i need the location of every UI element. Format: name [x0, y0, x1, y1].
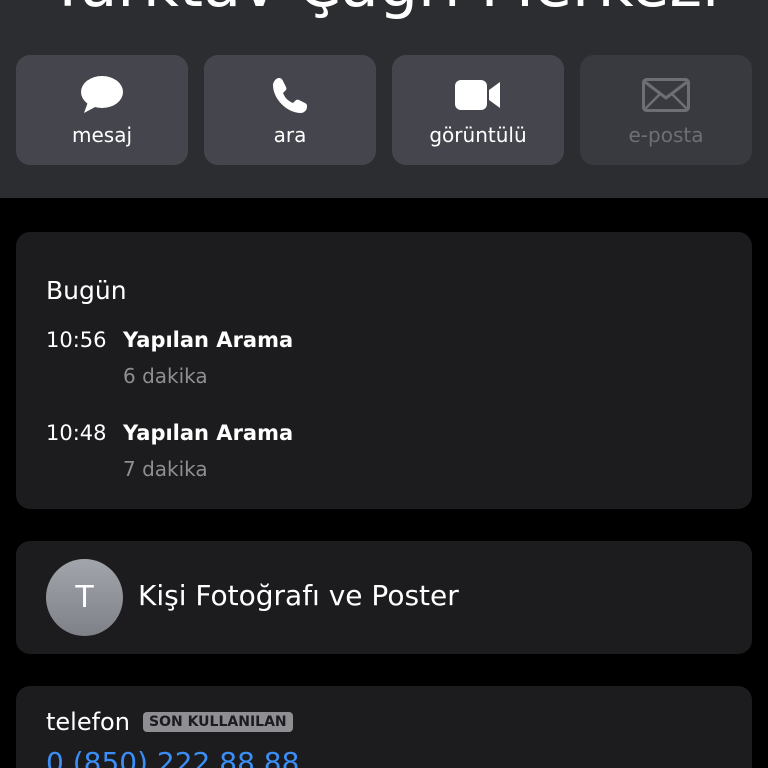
message-bubble-icon: [16, 75, 188, 115]
action-button-row: mesaj ara görüntülü e-posta: [16, 55, 752, 165]
call-type: Yapılan Arama: [123, 328, 294, 352]
video-call-button[interactable]: görüntülü: [392, 55, 564, 165]
message-label: mesaj: [71, 123, 133, 147]
phone-number-card: telefon SON KULLANILAN 0 (850) 222 88 88: [16, 686, 752, 768]
message-button[interactable]: mesaj: [16, 55, 188, 165]
contact-photo-poster-label: Kişi Fotoğrafı ve Poster: [138, 579, 459, 612]
call-history-row: 10:48 Yapılan Arama 7 dakika: [46, 419, 726, 489]
call-button[interactable]: ara: [204, 55, 376, 165]
phone-icon: [204, 75, 376, 115]
contact-name: Türktav Çağrı Merkezi: [0, 0, 768, 21]
recent-used-badge: SON KULLANILAN: [143, 712, 293, 732]
call-time: 10:56: [46, 328, 107, 352]
contact-photo-poster-row[interactable]: T Kişi Fotoğrafı ve Poster: [16, 541, 752, 654]
call-type: Yapılan Arama: [123, 421, 294, 445]
call-history-row: 10:56 Yapılan Arama 6 dakika: [46, 326, 726, 396]
call-duration: 7 dakika: [123, 457, 208, 481]
contact-header: Türktav Çağrı Merkezi mesaj ara: [0, 0, 768, 198]
avatar-initial: T: [75, 580, 94, 615]
phone-number-link[interactable]: 0 (850) 222 88 88: [46, 746, 299, 768]
video-camera-icon: [392, 75, 564, 115]
call-label: ara: [273, 123, 307, 147]
call-duration: 6 dakika: [123, 364, 208, 388]
phone-label: telefon: [46, 708, 130, 736]
call-time: 10:48: [46, 421, 107, 445]
contact-detail-screen: Türktav Çağrı Merkezi mesaj ara: [0, 0, 768, 768]
email-label: e-posta: [628, 123, 704, 147]
avatar: T: [46, 559, 123, 636]
video-call-label: görüntülü: [429, 123, 527, 147]
envelope-icon: [580, 75, 752, 115]
recents-date-heading: Bugün: [46, 276, 127, 305]
email-button[interactable]: e-posta: [580, 55, 752, 165]
recent-calls-card: Bugün 10:56 Yapılan Arama 6 dakika 10:48…: [16, 232, 752, 509]
